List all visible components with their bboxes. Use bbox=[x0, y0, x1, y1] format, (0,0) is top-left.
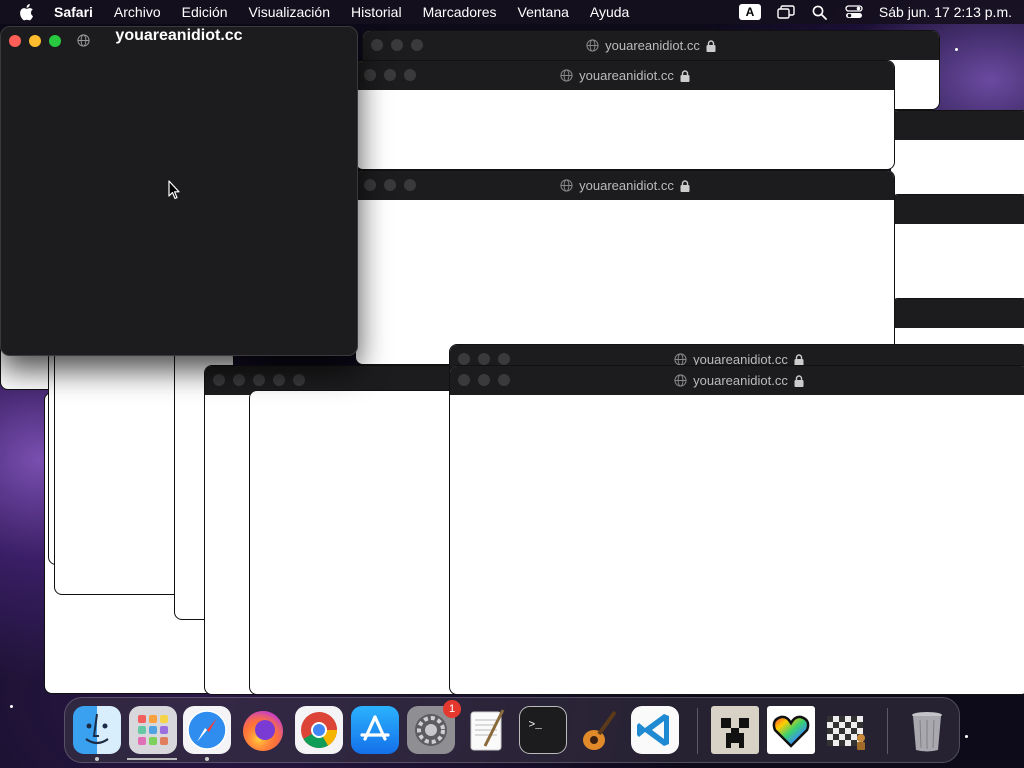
launchpad-icon[interactable] bbox=[129, 706, 177, 754]
star bbox=[955, 48, 958, 51]
window-url: youareanidiot.cc bbox=[356, 178, 894, 193]
window-title: youareanidiot.cc bbox=[115, 27, 243, 44]
star bbox=[10, 705, 13, 708]
menu-clock[interactable]: Sáb jun. 17 2:13 p.m. bbox=[879, 4, 1012, 20]
window-titlebar[interactable]: youareanidiot.cc bbox=[356, 171, 894, 200]
menu-ayuda[interactable]: Ayuda bbox=[590, 4, 629, 20]
window-url: youareanidiot.cc bbox=[450, 373, 1024, 388]
firefox-icon[interactable] bbox=[239, 706, 287, 754]
menu-visualizacion[interactable]: Visualización bbox=[249, 4, 330, 20]
running-indicator bbox=[95, 757, 99, 761]
safari-icon[interactable] bbox=[183, 706, 231, 754]
menu-bar: Safari Archivo Edición Visualización His… bbox=[0, 0, 1024, 24]
minimize-button[interactable] bbox=[233, 374, 245, 386]
chrome-icon[interactable] bbox=[295, 706, 343, 754]
spotlight-search-icon[interactable] bbox=[811, 4, 829, 20]
popup-window[interactable] bbox=[890, 194, 1024, 304]
close-button[interactable] bbox=[213, 374, 225, 386]
menu-historial[interactable]: Historial bbox=[351, 4, 402, 20]
window-title: youareanidiot.cc bbox=[693, 373, 788, 388]
globe-icon bbox=[586, 39, 599, 52]
minecraft-icon[interactable] bbox=[711, 706, 759, 754]
star bbox=[965, 735, 968, 738]
finder-icon[interactable] bbox=[73, 706, 121, 754]
popup-window[interactable] bbox=[890, 110, 1024, 200]
running-indicator bbox=[205, 757, 209, 761]
globe-icon bbox=[560, 179, 573, 192]
window-titlebar[interactable] bbox=[891, 299, 1024, 328]
lock-icon bbox=[794, 374, 804, 387]
minimize-button[interactable] bbox=[293, 374, 305, 386]
mouse-cursor-icon bbox=[168, 180, 180, 200]
menu-edicion[interactable]: Edición bbox=[182, 4, 228, 20]
menu-ventana[interactable]: Ventana bbox=[518, 4, 569, 20]
popup-window[interactable]: youareanidiot.cc bbox=[355, 60, 895, 170]
window-url: youareanidiot.cc bbox=[1, 27, 357, 45]
popup-window[interactable]: youareanidiot.cc bbox=[355, 170, 895, 365]
window-titlebar[interactable]: youareanidiot.cc bbox=[450, 366, 1024, 395]
lock-icon bbox=[680, 69, 690, 82]
dock-underline bbox=[127, 758, 177, 760]
window-titlebar[interactable] bbox=[891, 111, 1024, 140]
trash-icon[interactable] bbox=[903, 706, 951, 754]
window-titlebar[interactable]: youareanidiot.cc bbox=[1, 27, 357, 55]
chess-icon[interactable] bbox=[823, 706, 871, 754]
window-titlebar[interactable]: youareanidiot.cc bbox=[363, 31, 939, 60]
terminal-icon[interactable]: >_ bbox=[519, 706, 567, 754]
window-url: youareanidiot.cc bbox=[363, 38, 939, 53]
zoom-button[interactable] bbox=[253, 374, 265, 386]
window-titlebar[interactable]: youareanidiot.cc bbox=[356, 61, 894, 90]
dock-separator bbox=[697, 708, 698, 754]
window-title: youareanidiot.cc bbox=[579, 178, 674, 193]
textedit-icon[interactable] bbox=[463, 706, 511, 754]
popup-window[interactable] bbox=[249, 390, 459, 695]
input-source-icon[interactable]: A bbox=[738, 4, 761, 20]
control-center-icon[interactable] bbox=[845, 4, 863, 20]
app-store-icon[interactable] bbox=[351, 706, 399, 754]
apple-icon[interactable] bbox=[18, 2, 38, 22]
vscode-icon[interactable] bbox=[631, 706, 679, 754]
window-content bbox=[1, 55, 357, 355]
close-button[interactable] bbox=[273, 374, 285, 386]
screen-mirroring-icon[interactable] bbox=[777, 4, 795, 20]
popup-window[interactable]: youareanidiot.cc bbox=[449, 365, 1024, 695]
menu-app-safari[interactable]: Safari bbox=[54, 4, 93, 20]
lock-icon bbox=[706, 39, 716, 52]
pixel-heart-icon[interactable] bbox=[767, 706, 815, 754]
garageband-icon[interactable] bbox=[575, 706, 623, 754]
svg-text:>_: >_ bbox=[528, 720, 542, 732]
lock-icon bbox=[794, 353, 804, 366]
window-titlebar[interactable] bbox=[891, 195, 1024, 224]
window-title: youareanidiot.cc bbox=[579, 68, 674, 83]
globe-icon bbox=[560, 69, 573, 82]
lock-icon bbox=[680, 179, 690, 192]
window-controls bbox=[213, 374, 305, 386]
menu-extras: A Sáb jun. 17 2:13 p.m. bbox=[738, 0, 1012, 24]
dock-separator bbox=[887, 708, 888, 754]
notification-badge: 1 bbox=[443, 700, 461, 718]
globe-icon bbox=[674, 374, 687, 387]
menu-archivo[interactable]: Archivo bbox=[114, 4, 161, 20]
system-preferences-icon[interactable]: 1 bbox=[407, 700, 461, 754]
menu-marcadores[interactable]: Marcadores bbox=[423, 4, 497, 20]
window-url: youareanidiot.cc bbox=[356, 68, 894, 83]
window-title: youareanidiot.cc bbox=[605, 38, 700, 53]
dock: 1 >_ bbox=[64, 697, 960, 763]
